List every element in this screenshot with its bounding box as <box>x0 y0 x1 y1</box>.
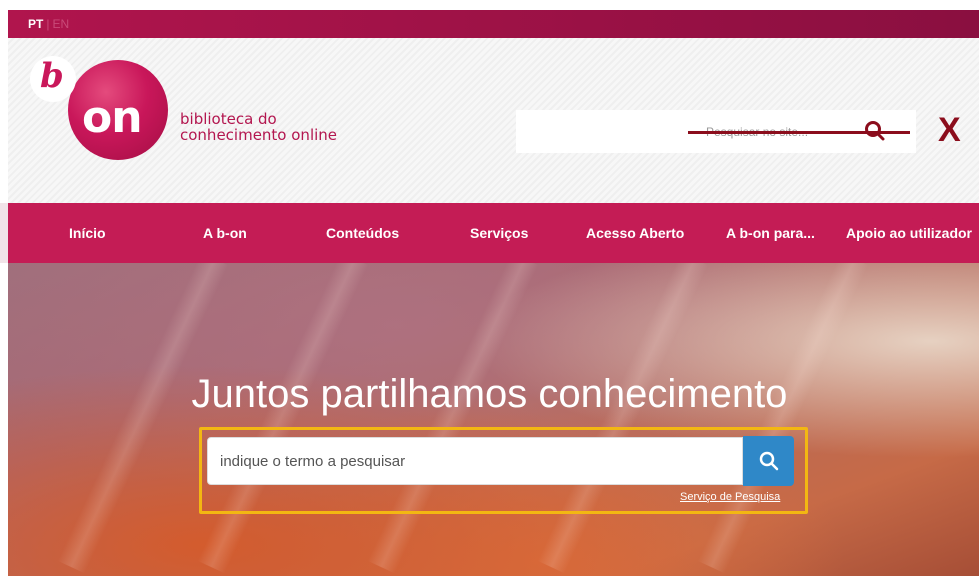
nav-item-servicos[interactable]: Serviços <box>470 225 528 241</box>
language-bar: PT | EN <box>8 10 979 38</box>
nav-item-apoio[interactable]: Apoio ao utilizador <box>846 225 972 241</box>
lang-pt-link[interactable]: PT <box>28 17 43 31</box>
lang-separator: | <box>46 17 50 31</box>
site-tagline: biblioteca do conhecimento online <box>180 111 337 143</box>
tagline-line-1: biblioteca do <box>180 110 277 128</box>
nav-left-edge <box>0 203 8 263</box>
lang-en-link[interactable]: EN <box>52 17 69 31</box>
close-search-button[interactable]: X <box>938 113 961 147</box>
search-service-link[interactable]: Serviço de Pesquisa <box>680 491 780 503</box>
hero-texture <box>537 263 709 574</box>
hero-texture <box>197 263 369 574</box>
main-search-input[interactable] <box>207 437 743 485</box>
hero-texture <box>367 263 539 574</box>
search-icon[interactable] <box>862 118 888 144</box>
search-icon <box>759 451 778 471</box>
nav-item-conteudos[interactable]: Conteúdos <box>326 225 399 241</box>
main-nav: Início A b-on Conteúdos Serviços Acesso … <box>8 203 979 263</box>
nav-item-a-bon[interactable]: A b-on <box>203 225 247 241</box>
nav-item-acesso-aberto[interactable]: Acesso Aberto <box>586 225 684 241</box>
site-search-box <box>516 110 916 153</box>
hero-banner <box>8 263 979 576</box>
hero-title: Juntos partilhamos conhecimento <box>191 372 788 416</box>
logo-b-letter: b <box>40 56 64 96</box>
nav-item-bon-para[interactable]: A b-on para... <box>726 225 815 241</box>
main-search-button[interactable] <box>743 436 794 486</box>
tagline-line-2: conhecimento online <box>180 126 338 144</box>
hero-texture <box>697 263 869 574</box>
nav-item-inicio[interactable]: Início <box>69 225 106 241</box>
hero-texture <box>57 263 229 574</box>
logo-on-text: on <box>82 92 143 143</box>
